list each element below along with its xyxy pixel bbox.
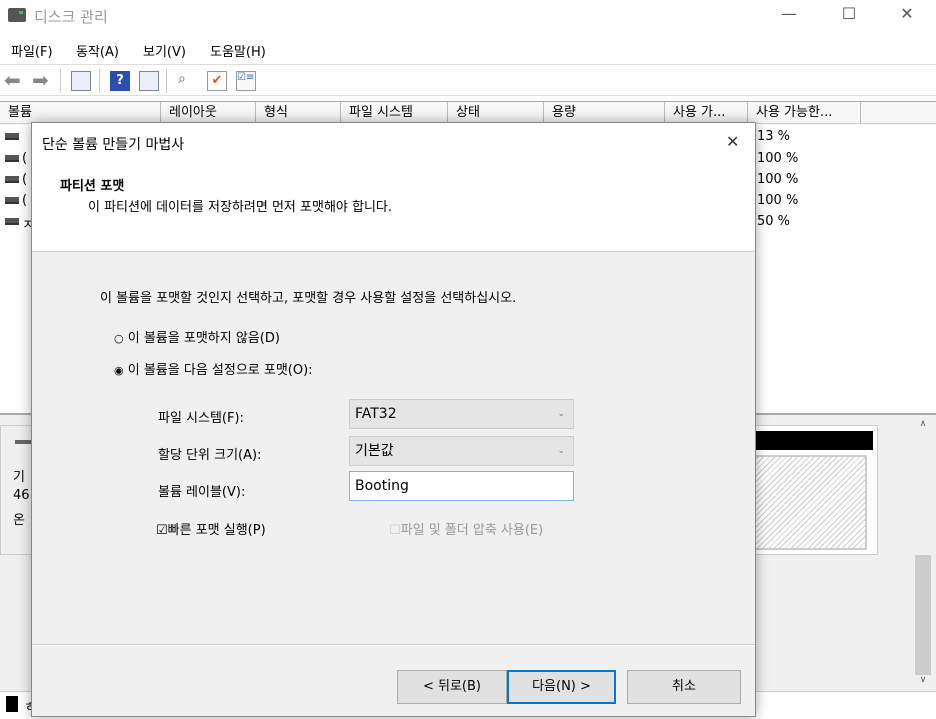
chevron-down-icon: ⌄: [557, 409, 565, 419]
volume-icon: [5, 197, 19, 204]
column-file-system[interactable]: 파일 시스템: [341, 102, 448, 124]
volume-icon: [5, 133, 19, 140]
column-free-space[interactable]: 사용 가...: [665, 102, 748, 124]
column-status[interactable]: 상태: [448, 102, 544, 124]
footer-divider: [32, 644, 755, 646]
checkbox-unchecked-icon: ☐: [389, 523, 401, 538]
file-system-label: 파일 시스템(F):: [158, 411, 244, 426]
compression-checkbox[interactable]: ☐파일 및 폴더 압축 사용(E): [389, 519, 543, 538]
vertical-scrollbar[interactable]: ∧ ∨: [914, 419, 932, 691]
column-capacity[interactable]: 용량: [544, 102, 665, 124]
toolbar: ⬅ ➡ ? ⌕ ✔ ☑≡: [0, 64, 936, 96]
disk-management-icon: [8, 8, 26, 22]
column-percent-free[interactable]: 사용 가능한...: [748, 102, 861, 124]
allocation-unit-label: 할당 단위 크기(A):: [158, 448, 262, 463]
menu-help[interactable]: 도움말(H): [210, 41, 266, 60]
cancel-button[interactable]: 취소: [627, 670, 741, 704]
column-volume[interactable]: 볼륨: [0, 102, 161, 124]
title-bar: 디스크 관리 — ☐ ✕: [0, 0, 936, 32]
quick-format-checkbox[interactable]: ☑빠른 포맷 실행(P): [156, 519, 266, 538]
wizard-header: 단순 볼륨 만들기 마법사 ✕ 파티션 포맷 이 파티션에 데이터를 저장하려면…: [32, 123, 755, 252]
maximize-button[interactable]: ☐: [826, 4, 872, 28]
wizard-page-title: 파티션 포맷: [60, 179, 125, 194]
file-system-select[interactable]: FAT32 ⌄: [349, 399, 574, 429]
checklist-icon[interactable]: ☑≡: [236, 71, 256, 91]
radio-unchecked-icon: ○: [114, 332, 124, 345]
minimize-button[interactable]: —: [766, 4, 812, 28]
menu-view[interactable]: 보기(V): [143, 41, 186, 60]
radio-format-with-settings[interactable]: ◉ 이 볼륨을 다음 설정으로 포맷(O):: [114, 359, 313, 378]
properties-check-icon[interactable]: ✔: [207, 71, 227, 91]
column-type[interactable]: 형식: [256, 102, 341, 124]
connect-disk-icon[interactable]: ⌕: [178, 71, 198, 91]
help-icon[interactable]: ?: [110, 71, 130, 91]
back-button[interactable]: < 뒤로(B): [397, 670, 507, 704]
close-button[interactable]: ✕: [884, 4, 930, 28]
next-button[interactable]: 다음(N) >: [507, 670, 616, 704]
forward-arrow-icon[interactable]: ➡: [32, 70, 52, 91]
show-hide-console-tree-icon[interactable]: [71, 71, 91, 91]
allocation-unit-select[interactable]: 기본값 ⌄: [349, 436, 574, 466]
back-arrow-icon[interactable]: ⬅: [4, 70, 24, 91]
checkbox-checked-icon: ☑: [156, 523, 168, 538]
instruction-text: 이 볼륨을 포맷할 것인지 선택하고, 포맷할 경우 사용할 설정을 선택하십시…: [100, 291, 517, 306]
chevron-down-icon: ⌄: [557, 446, 565, 456]
volume-list-header: 볼륨 레이아웃 형식 파일 시스템 상태 용량 사용 가... 사용 가능한..…: [0, 101, 936, 124]
volume-icon: [5, 155, 19, 162]
menu-action[interactable]: 동작(A): [76, 41, 119, 60]
column-layout[interactable]: 레이아웃: [161, 102, 256, 124]
menu-file[interactable]: 파일(F): [11, 41, 53, 60]
unallocated-hatch: [751, 455, 867, 550]
legend-swatch: [6, 696, 18, 712]
partition-block[interactable]: [750, 425, 878, 555]
radio-do-not-format[interactable]: ○ 이 볼륨을 포맷하지 않음(D): [114, 327, 280, 346]
radio-checked-icon: ◉: [114, 364, 124, 377]
wizard-page-subtitle: 이 파티션에 데이터를 저장하려면 먼저 포맷해야 합니다.: [88, 200, 393, 215]
scrollbar-thumb[interactable]: [915, 555, 931, 675]
create-simple-volume-wizard: 단순 볼륨 만들기 마법사 ✕ 파티션 포맷 이 파티션에 데이터를 저장하려면…: [31, 122, 756, 717]
volume-label-input[interactable]: [349, 471, 574, 501]
show-action-pane-icon[interactable]: [139, 71, 159, 91]
menu-bar: 파일(F) 동작(A) 보기(V) 도움말(H): [0, 34, 936, 64]
dialog-close-button[interactable]: ✕: [726, 132, 739, 151]
dialog-title: 단순 볼륨 만들기 마법사: [42, 137, 185, 153]
window-title: 디스크 관리: [34, 8, 108, 26]
volume-icon: [5, 176, 19, 183]
volume-icon: [5, 218, 19, 225]
volume-label-label: 볼륨 레이블(V):: [158, 485, 246, 500]
